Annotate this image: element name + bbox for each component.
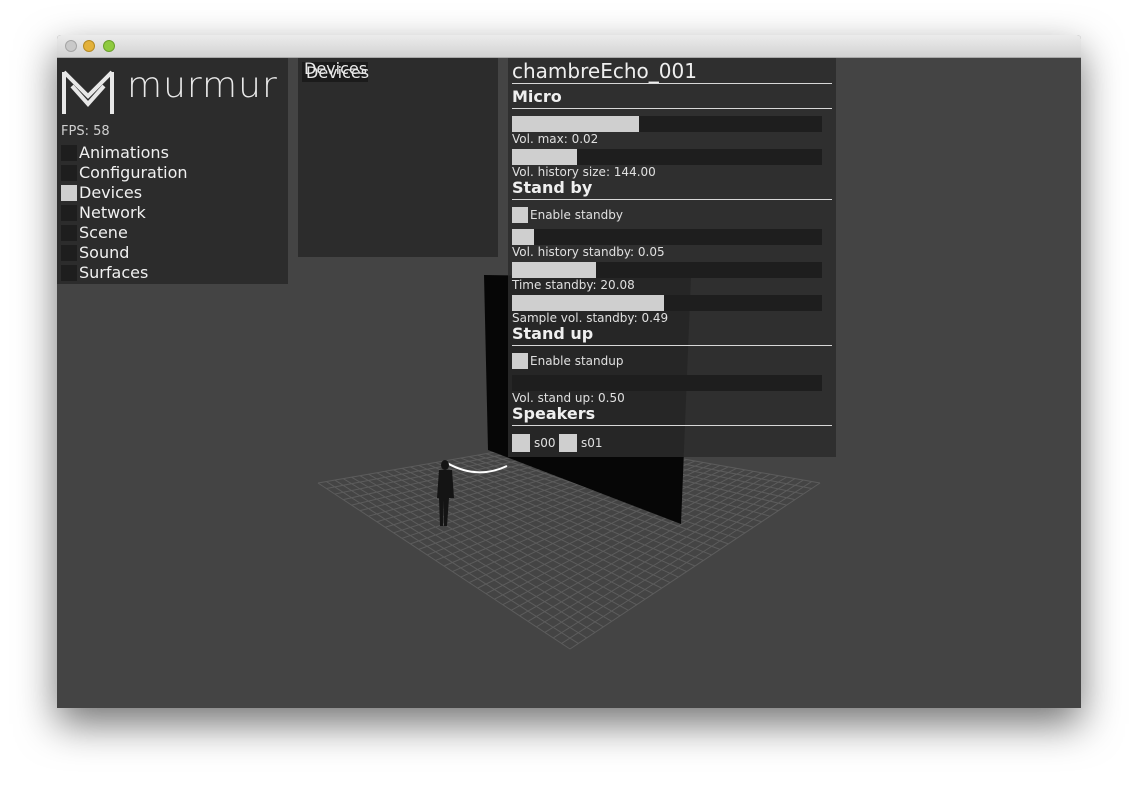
sidebar-item-devices[interactable]: Devices [61,183,261,204]
sidebar-item-animations[interactable]: Animations [61,143,261,164]
devices-panel: Devices Devices [298,58,498,257]
sidebar-item-label: Devices [79,183,143,202]
zoom-window-button[interactable] [103,40,115,52]
section-standup-header: Stand up [512,326,832,346]
sidebar-toggle[interactable] [61,205,77,221]
time-standby-slider[interactable] [512,262,822,278]
speaker-s01-toggle[interactable] [559,434,577,452]
section-micro-header: Micro [512,89,832,109]
logo-text: murmur [127,65,278,106]
sidebar-toggle[interactable] [61,165,77,181]
app-content: murmur FPS: 58 Animations Configuration … [57,58,1081,708]
sidebar-item-label: Scene [79,223,128,242]
sidebar-toggle[interactable] [61,225,77,241]
fps-counter: FPS: 58 [61,124,110,139]
sidebar-toggle[interactable] [61,265,77,281]
vol-max-slider[interactable] [512,116,822,132]
minimize-window-button[interactable] [83,40,95,52]
devices-title-text-shadow: Devices [306,63,370,82]
vol-history-size-label: Vol. history size: 144.00 [512,165,656,179]
title-bar[interactable] [57,35,1081,58]
enable-standby-label: Enable standby [530,208,623,222]
sidebar-item-label: Animations [79,143,169,162]
sidebar-item-scene[interactable]: Scene [61,223,261,244]
sidebar-item-label: Configuration [79,163,188,182]
sidebar: murmur FPS: 58 Animations Configuration … [57,58,288,284]
speaker-s00-toggle[interactable] [512,434,530,452]
sidebar-item-label: Surfaces [79,263,149,282]
sidebar-item-network[interactable]: Network [61,203,261,224]
sidebar-item-label: Network [79,203,146,222]
sidebar-toggle[interactable] [61,145,77,161]
enable-standup-label: Enable standup [530,354,624,368]
vol-history-standby-slider[interactable] [512,229,822,245]
vol-history-standby-label: Vol. history standby: 0.05 [512,245,665,259]
speaker-s00-label: s00 [534,436,556,450]
sidebar-item-sound[interactable]: Sound [61,243,261,264]
speaker-s01-label: s01 [581,436,603,450]
vol-max-label: Vol. max: 0.02 [512,132,599,146]
devices-panel-title[interactable]: Devices Devices [302,59,370,82]
vol-stand-up-slider[interactable] [512,375,822,391]
sidebar-item-label: Sound [79,243,130,262]
time-standby-label: Time standby: 20.08 [512,278,635,292]
enable-standup-toggle[interactable] [512,353,528,369]
sidebar-menu: Animations Configuration Devices Network… [61,143,261,284]
section-speakers-header: Speakers [512,406,832,426]
sidebar-item-surfaces[interactable]: Surfaces [61,263,261,284]
slider-fill [512,295,664,311]
slider-fill [512,116,640,132]
app-window: murmur FPS: 58 Animations Configuration … [57,35,1081,708]
slider-fill [512,229,534,245]
sidebar-item-configuration[interactable]: Configuration [61,163,261,184]
vol-history-size-slider[interactable] [512,149,822,165]
close-window-button[interactable] [65,40,77,52]
slider-fill [512,262,596,278]
device-name: chambreEcho_001 [512,61,832,84]
section-standby-header: Stand by [512,180,832,200]
sample-vol-standby-label: Sample vol. standby: 0.49 [512,311,669,325]
slider-fill [512,149,578,165]
enable-standby-toggle[interactable] [512,207,528,223]
sidebar-toggle[interactable] [61,185,77,201]
vol-stand-up-label: Vol. stand up: 0.50 [512,391,625,405]
device-settings-panel: chambreEcho_001 Micro Vol. max: 0.02 Vol… [508,58,836,457]
sidebar-toggle[interactable] [61,245,77,261]
sample-vol-standby-slider[interactable] [512,295,822,311]
